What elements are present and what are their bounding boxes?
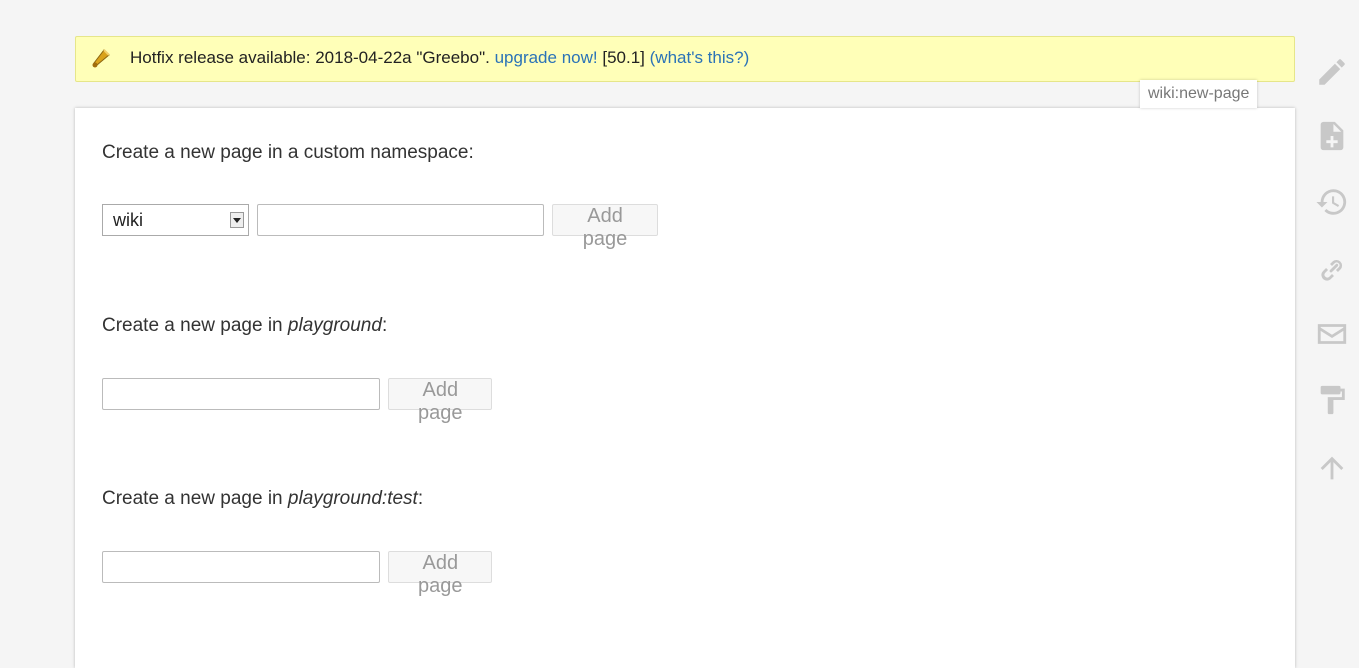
format-paint-icon bbox=[1320, 385, 1345, 415]
add-page-button-playground-test[interactable]: Add page bbox=[388, 551, 493, 597]
edit-page-tool[interactable] bbox=[1312, 52, 1352, 92]
playground-page-name-input[interactable] bbox=[102, 378, 381, 410]
new-page-tool[interactable] bbox=[1312, 116, 1352, 156]
subscribe-icon bbox=[1317, 324, 1347, 344]
version-number: [50.1] bbox=[602, 48, 645, 67]
page-content: Create a new page in a custom namespace:… bbox=[75, 108, 1295, 668]
format-tool[interactable] bbox=[1312, 380, 1352, 420]
section-label: Create a new page in playground:test: bbox=[102, 488, 424, 509]
page-id-label: wiki:new-page bbox=[1140, 80, 1258, 108]
backlinks-tool[interactable] bbox=[1312, 250, 1352, 290]
add-page-button-playground[interactable]: Add page bbox=[388, 378, 493, 424]
add-page-button-custom[interactable]: Add page bbox=[551, 204, 659, 250]
history-tool[interactable] bbox=[1312, 182, 1352, 222]
hotfix-notification: Hotfix release available: 2018-04-22a "G… bbox=[75, 36, 1295, 82]
section-label: Create a new page in a custom namespace: bbox=[102, 142, 474, 163]
new-page-icon bbox=[1320, 121, 1344, 151]
playground-section: Create a new page in playground: Add pag… bbox=[102, 315, 493, 424]
namespace-select-value: wiki bbox=[113, 209, 143, 230]
playground-test-page-name-input[interactable] bbox=[102, 551, 381, 583]
bell-icon bbox=[92, 49, 110, 68]
backlinks-icon bbox=[1321, 259, 1343, 281]
back-to-top-tool[interactable] bbox=[1312, 448, 1352, 488]
edit-icon bbox=[1319, 59, 1345, 85]
notification-message: Hotfix release available: 2018-04-22a "G… bbox=[130, 48, 490, 67]
section-label: Create a new page in playground: bbox=[102, 315, 388, 336]
custom-namespace-section: Create a new page in a custom namespace:… bbox=[102, 142, 659, 250]
playground-test-section: Create a new page in playground:test: Ad… bbox=[102, 488, 493, 597]
subscribe-tool[interactable] bbox=[1312, 314, 1352, 354]
namespace-select[interactable]: wiki bbox=[102, 204, 249, 236]
history-icon bbox=[1316, 189, 1347, 215]
chevron-down-icon bbox=[229, 212, 244, 228]
upgrade-now-link[interactable]: upgrade now! bbox=[495, 48, 598, 67]
whats-this-link[interactable]: (what's this?) bbox=[650, 48, 750, 67]
custom-page-name-input[interactable] bbox=[256, 204, 544, 236]
back-to-top-icon bbox=[1320, 456, 1344, 480]
